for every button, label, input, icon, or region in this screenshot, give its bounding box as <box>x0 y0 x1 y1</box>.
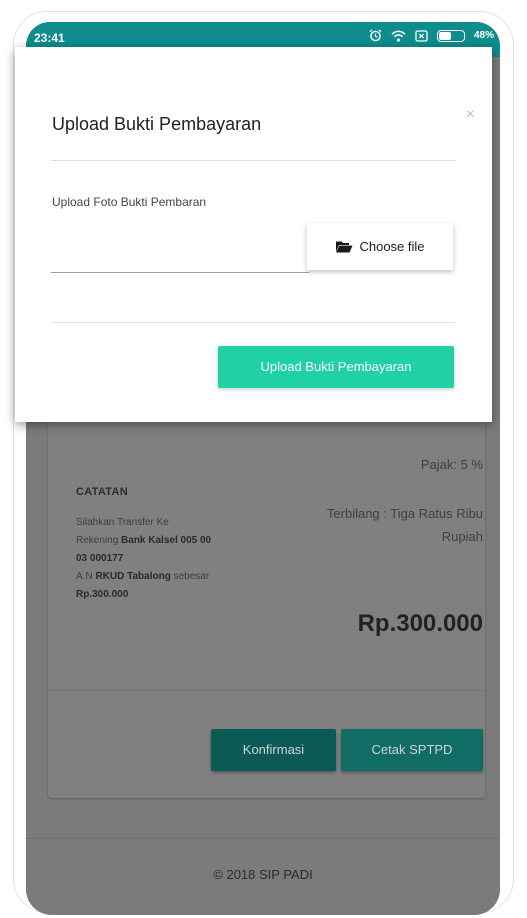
total-amount: Rp.300.000 <box>357 610 483 637</box>
catatan-line-text: Rekening <box>76 535 122 546</box>
catatan-line: Rp.300.000 <box>76 586 276 604</box>
catatan-line-text: Silahkan Transfer Ke <box>76 517 169 528</box>
upload-field-label: Upload Foto Bukti Pembaran <box>52 195 207 209</box>
catatan-title: CATATAN <box>76 486 128 498</box>
status-icons: 48% <box>369 29 494 42</box>
catatan-line: Silahkan Transfer Ke <box>76 514 276 532</box>
payment-card: CATATAN Silahkan Transfer Ke Rekening Ba… <box>48 422 485 798</box>
close-icon[interactable]: × <box>466 106 475 124</box>
catatan-line: Rekening Bank Kalsel 005 00 <box>76 532 276 550</box>
wifi-icon <box>391 30 406 42</box>
sim-icon <box>415 29 428 42</box>
footer-divider <box>26 838 500 839</box>
catatan-line-strong: Bank Kalsel 005 00 <box>121 535 212 546</box>
modal-divider <box>51 160 455 161</box>
terbilang-text: Terbilang : Tiga Ratus Ribu Rupiah <box>326 506 483 544</box>
upload-modal: Upload Bukti Pembayaran × Upload Foto Bu… <box>15 47 492 422</box>
modal-footer-divider <box>51 322 455 323</box>
folder-open-icon <box>336 241 353 253</box>
catatan-text: Silahkan Transfer Ke Rekening Bank Kalse… <box>76 514 276 604</box>
konfirmasi-button[interactable]: Konfirmasi <box>211 729 336 771</box>
cetak-sptpd-button[interactable]: Cetak SPTPD <box>341 729 483 771</box>
modal-title: Upload Bukti Pembayaran <box>52 114 262 134</box>
card-divider <box>48 690 485 691</box>
catatan-line-strong: Rp.300.000 <box>76 589 129 600</box>
upload-bukti-button[interactable]: Upload Bukti Pembayaran <box>218 346 454 388</box>
choose-file-label: Choose file <box>359 239 425 254</box>
catatan-line-text: sebesar <box>170 571 210 582</box>
catatan-line-text: A.N <box>76 571 96 582</box>
battery-percent: 48% <box>473 30 494 41</box>
file-path-field[interactable] <box>51 272 309 273</box>
catatan-line-strong: RKUD Tabalong <box>95 571 171 582</box>
catatan-line-strong: 03 000177 <box>76 553 124 564</box>
footer-copyright: © 2018 SIP PADI <box>213 867 313 882</box>
catatan-line: A.N RKUD Tabalong sebesar <box>76 568 276 586</box>
battery-icon <box>436 29 465 42</box>
battery-level <box>438 31 452 40</box>
alarm-icon <box>369 29 382 42</box>
choose-file-button[interactable]: Choose file <box>307 223 453 270</box>
status-time: 23:41 <box>34 31 65 45</box>
pajak-text: Pajak: 5 % <box>420 457 483 472</box>
catatan-line: 03 000177 <box>76 550 276 568</box>
